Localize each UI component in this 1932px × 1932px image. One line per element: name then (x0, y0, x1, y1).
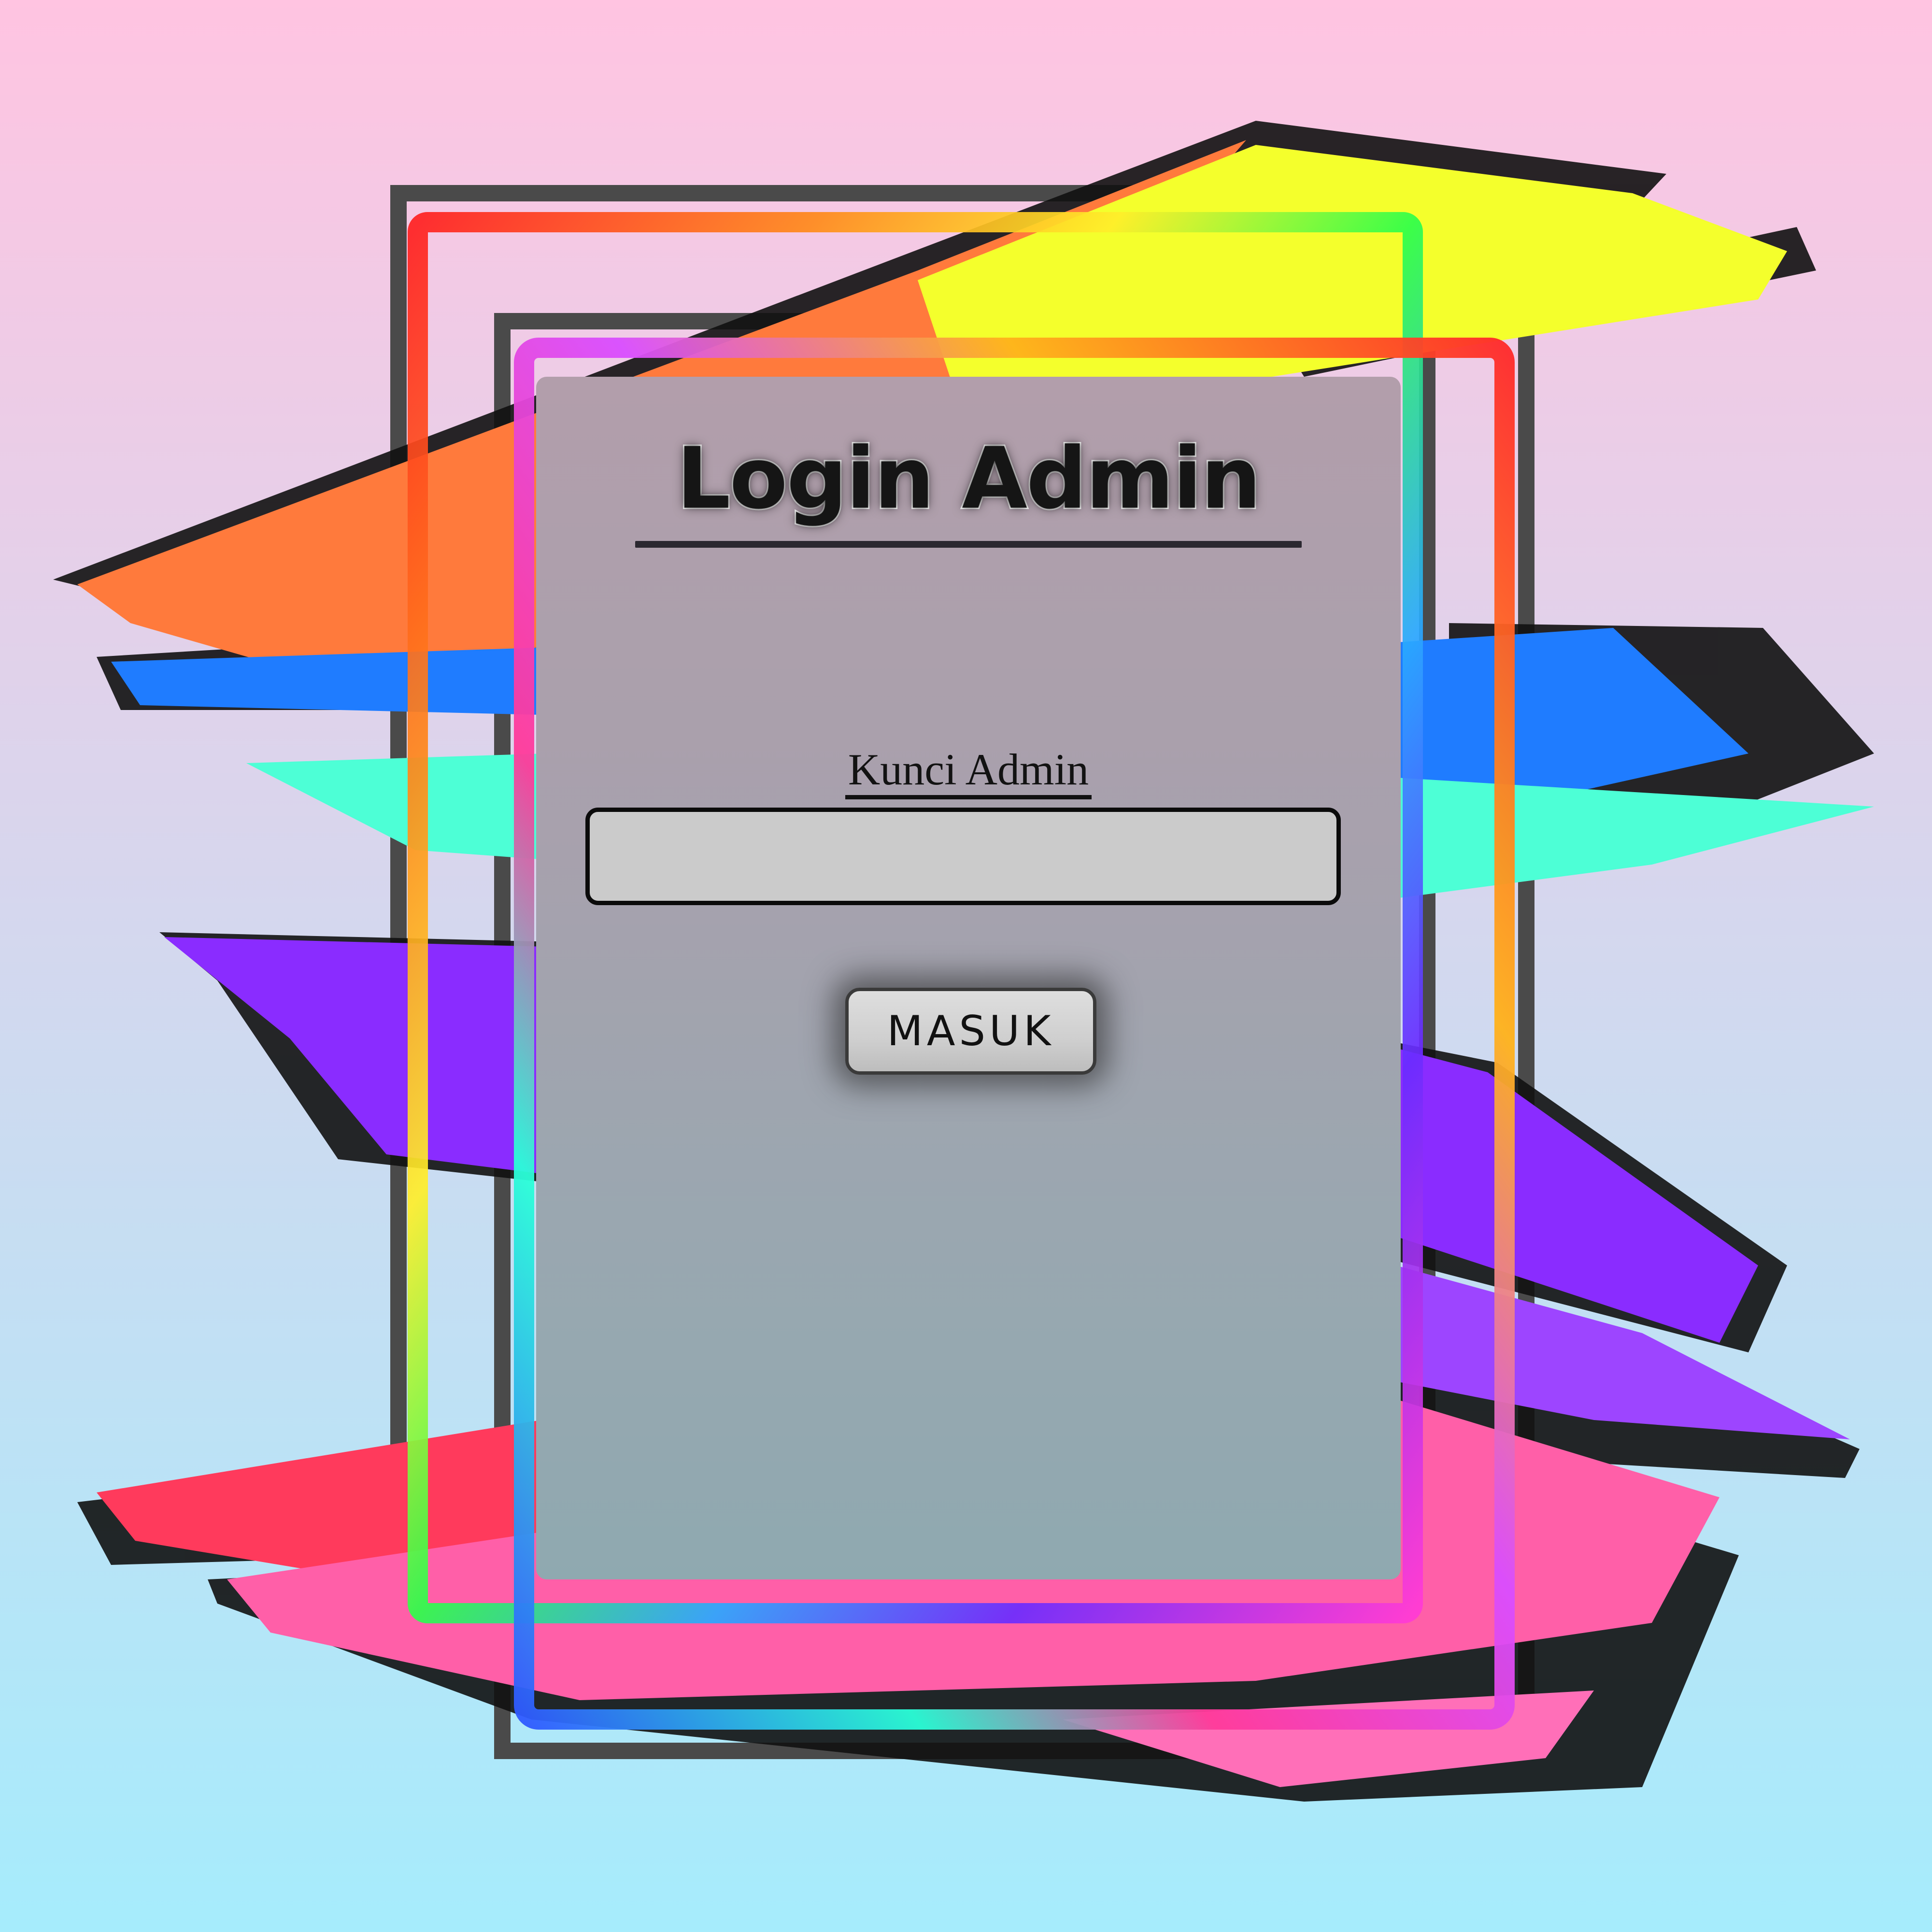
page-title: Login Admin (675, 428, 1263, 529)
admin-key-label: Kunci Admin (845, 745, 1092, 799)
admin-key-label-wrap: Kunci Admin (536, 744, 1401, 799)
submit-button[interactable]: MASUK (845, 988, 1096, 1075)
admin-key-input[interactable] (585, 808, 1341, 905)
login-panel: Login Admin Kunci Admin MASUK (536, 377, 1401, 1579)
title-underline (635, 541, 1302, 548)
